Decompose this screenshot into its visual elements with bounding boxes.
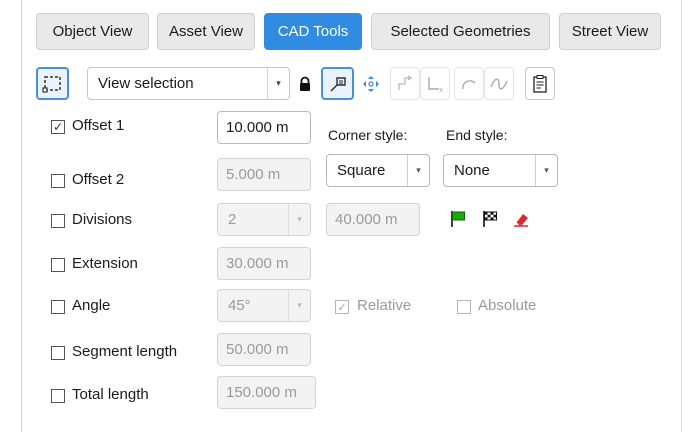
divisions-dropdown[interactable]: 2 ▾ [217,203,311,236]
chevron-down-icon: ▾ [288,290,310,321]
extension-input[interactable]: 30.000 m [217,247,311,280]
angle-checkbox[interactable] [51,300,65,314]
selection-mode-button[interactable] [36,67,69,100]
segment-length-label: Segment length [72,343,178,360]
end-style-value: None [454,162,490,179]
chevron-down-icon: ▾ [288,204,310,235]
divisions-checkbox[interactable] [51,214,65,228]
clipboard-icon [533,74,547,93]
tab-street-view[interactable]: Street View [559,13,661,50]
tab-object-view[interactable]: Object View [36,13,149,50]
offset1-label: Offset 1 [72,117,125,134]
selection-rect-icon [41,75,61,93]
divisions-label: Divisions [72,211,133,228]
arc-button[interactable] [454,67,484,100]
arc-icon [462,79,476,89]
end-style-label: End style: [446,127,508,143]
tab-asset-view[interactable]: Asset View [157,13,255,50]
divisions-value: 2 [228,211,237,228]
extension-checkbox[interactable] [51,258,65,272]
transfer-button[interactable] [390,67,420,100]
corner-style-value: Square [337,162,386,179]
total-length-input[interactable]: 150.000 m [217,376,316,409]
curve-icon [490,77,508,90]
lock-button[interactable] [292,67,318,100]
axis-icon: x [428,76,443,93]
eraser-icon[interactable] [510,208,532,230]
svg-text:x: x [439,86,443,93]
start-flag-icon[interactable] [447,208,469,230]
tab-cad-tools[interactable]: CAD Tools [264,13,362,50]
relative-checkbox[interactable]: ✓ [335,300,349,314]
offset-line-icon [330,76,346,91]
move-arrows-icon [363,75,379,92]
offset2-checkbox[interactable] [51,174,65,188]
offset2-label: Offset 2 [72,171,125,188]
corner-style-label: Corner style: [328,127,408,143]
chevron-down-icon: ▾ [535,155,557,186]
divisions-length-input[interactable]: 40.000 m [326,203,420,236]
corner-style-dropdown[interactable]: Square ▾ [326,154,430,187]
absolute-label: Absolute [478,297,537,314]
dropdown-caret-icon: ▾ [267,68,289,99]
end-style-dropdown[interactable]: None ▾ [443,154,558,187]
extension-label: Extension [72,255,138,272]
offset1-checkbox[interactable]: ✓ [51,120,65,134]
angle-value: 45° [228,297,251,314]
properties-button[interactable] [525,67,555,100]
total-length-checkbox[interactable] [51,389,65,403]
offset2-input[interactable]: 5.000 m [217,158,311,191]
angle-label: Angle [72,297,111,314]
angle-dropdown[interactable]: 45° ▾ [217,289,311,322]
chevron-down-icon: ▾ [407,155,429,186]
view-selection-value: View selection [98,75,194,92]
curve-button[interactable] [484,67,514,100]
offset-line-button[interactable] [321,67,354,100]
axis-button[interactable]: x [420,67,450,100]
relative-label: Relative [357,297,412,314]
view-selection-dropdown[interactable]: View selection ▾ [87,67,290,100]
absolute-checkbox[interactable] [457,300,471,314]
lock-icon [300,76,310,91]
transfer-icon [398,74,413,90]
segment-length-checkbox[interactable] [51,346,65,360]
move-button[interactable] [358,67,384,100]
tab-selected-geometries[interactable]: Selected Geometries [371,13,550,50]
cad-tools-panel: Object View Asset View CAD Tools Selecte… [21,0,682,432]
finish-flag-icon[interactable] [479,208,501,230]
total-length-label: Total length [72,386,149,403]
segment-length-input[interactable]: 50.000 m [217,333,311,366]
offset1-input[interactable]: 10.000 m [217,111,311,144]
